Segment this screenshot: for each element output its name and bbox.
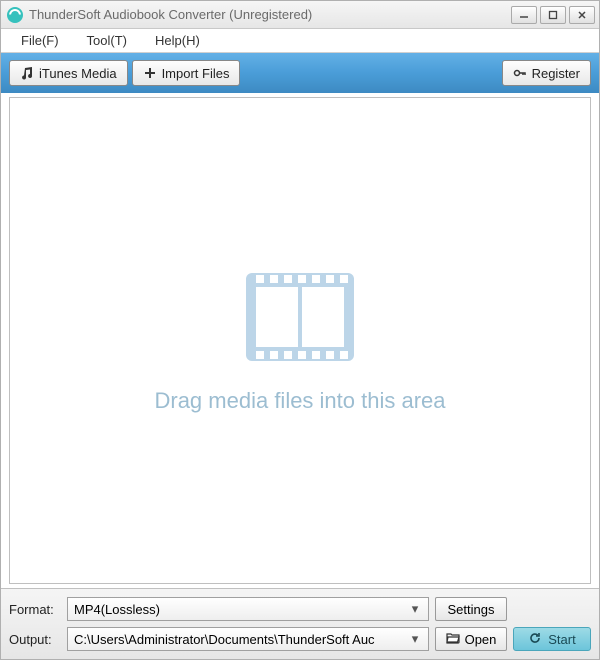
minimize-button[interactable] <box>511 6 537 24</box>
refresh-icon <box>528 631 542 648</box>
open-label: Open <box>465 632 497 647</box>
output-path-dropdown[interactable]: C:\Users\Administrator\Documents\Thunder… <box>67 627 429 651</box>
chevron-down-icon: ▾ <box>406 631 424 647</box>
itunes-media-button[interactable]: iTunes Media <box>9 60 128 86</box>
app-icon <box>7 7 23 23</box>
maximize-icon <box>548 10 558 20</box>
format-label: Format: <box>9 602 61 617</box>
window-title: ThunderSoft Audiobook Converter (Unregis… <box>29 7 511 22</box>
itunes-media-label: iTunes Media <box>39 66 117 81</box>
folder-open-icon <box>446 632 460 647</box>
register-label: Register <box>532 66 580 81</box>
maximize-button[interactable] <box>540 6 566 24</box>
format-dropdown[interactable]: MP4(Lossless) ▾ <box>67 597 429 621</box>
start-button[interactable]: Start <box>513 627 591 651</box>
close-button[interactable] <box>569 6 595 24</box>
import-files-button[interactable]: Import Files <box>132 60 241 86</box>
output-value: C:\Users\Administrator\Documents\Thunder… <box>74 632 375 647</box>
register-button[interactable]: Register <box>502 60 591 86</box>
settings-label: Settings <box>448 602 495 617</box>
output-row: Output: C:\Users\Administrator\Documents… <box>9 625 591 653</box>
titlebar: ThunderSoft Audiobook Converter (Unregis… <box>1 1 599 29</box>
minimize-icon <box>519 10 529 20</box>
plus-icon <box>143 66 157 80</box>
menu-help[interactable]: Help(H) <box>141 31 214 50</box>
app-window: ThunderSoft Audiobook Converter (Unregis… <box>0 0 600 660</box>
drop-text: Drag media files into this area <box>154 388 445 414</box>
import-files-label: Import Files <box>162 66 230 81</box>
window-controls <box>511 6 595 24</box>
menubar: File(F) Tool(T) Help(H) <box>1 29 599 53</box>
drop-area[interactable]: Drag media files into this area <box>9 97 591 584</box>
music-note-icon <box>20 66 34 80</box>
settings-button[interactable]: Settings <box>435 597 507 621</box>
open-button[interactable]: Open <box>435 627 507 651</box>
key-icon <box>513 66 527 80</box>
toolbar: iTunes Media Import Files Register <box>1 53 599 93</box>
format-row: Format: MP4(Lossless) ▾ Settings <box>9 595 591 623</box>
chevron-down-icon: ▾ <box>406 601 424 617</box>
menu-tool[interactable]: Tool(T) <box>73 31 141 50</box>
filmstrip-icon <box>240 267 360 370</box>
menu-file[interactable]: File(F) <box>7 31 73 50</box>
bottom-panel: Format: MP4(Lossless) ▾ Settings Output:… <box>1 588 599 659</box>
close-icon <box>577 10 587 20</box>
output-label: Output: <box>9 632 61 647</box>
start-label: Start <box>548 632 575 647</box>
format-value: MP4(Lossless) <box>74 602 160 617</box>
